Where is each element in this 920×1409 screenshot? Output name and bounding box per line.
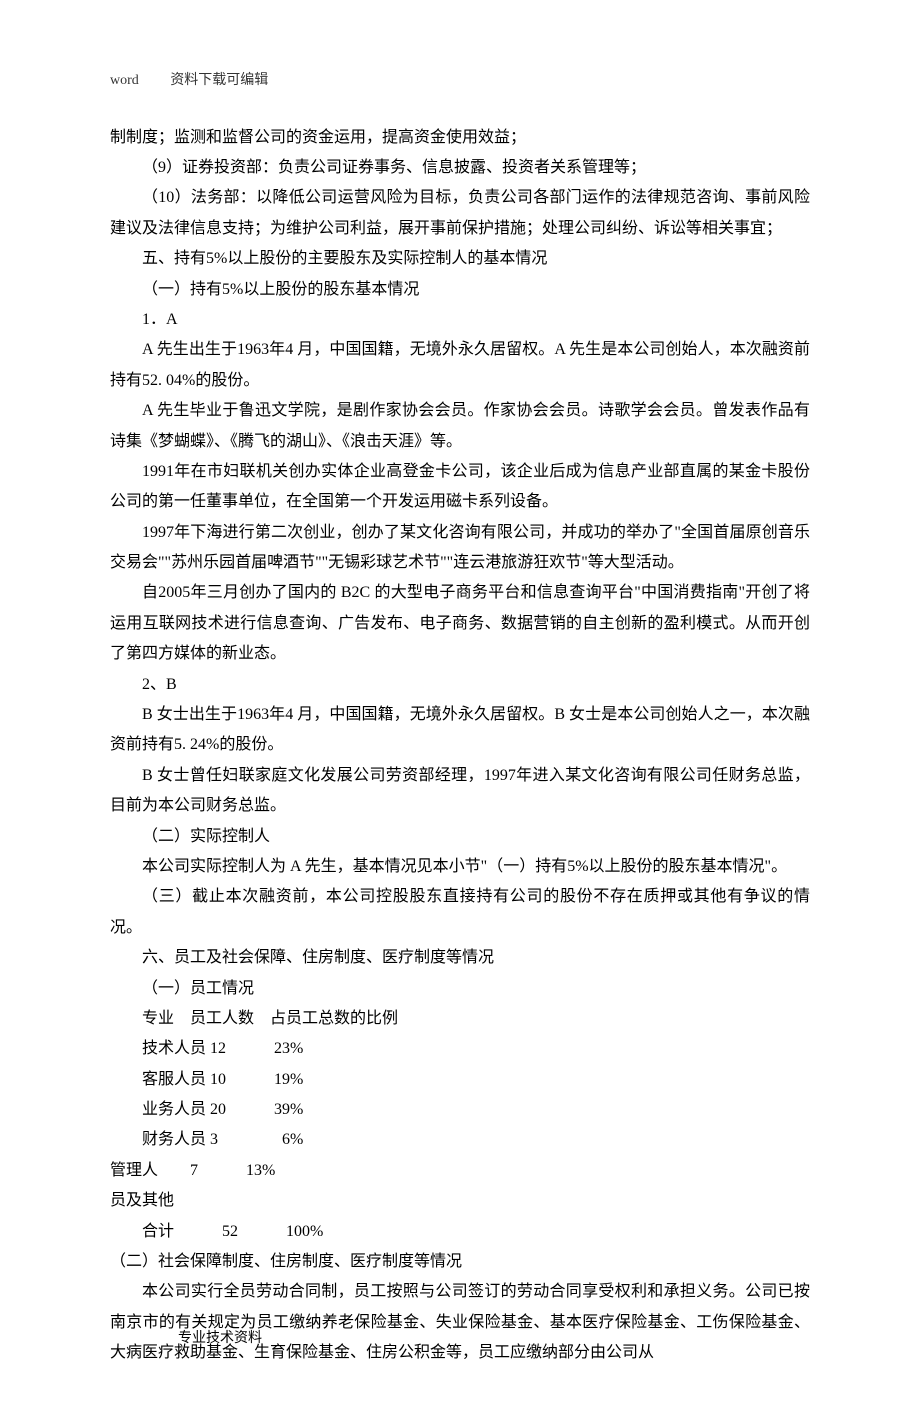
table-row: 员及其他 (110, 1186, 810, 1216)
paragraph: （三）截止本次融资前，本公司控股股东直接持有公司的股份不存在质押或其他有争议的情… (110, 882, 810, 943)
paragraph: 自2005年三月创办了国内的 B2C 的大型电子商务平台和信息查询平台"中国消费… (110, 578, 810, 669)
paragraph: 1997年下海进行第二次创业，创办了某文化咨询有限公司，并成功的举办了"全国首届… (110, 518, 810, 579)
table-row: 管理人 7 13% (110, 1156, 810, 1186)
document-body: 制制度；监测和监督公司的资金运用，提高资金使用效益； （9）证券投资部：负责公司… (110, 123, 810, 1369)
paragraph: （9）证券投资部：负责公司证券事务、信息披露、投资者关系管理等； (110, 153, 810, 183)
table-row: 财务人员 3 6% (110, 1125, 810, 1155)
document-header: word 资料下载可编辑 (110, 68, 810, 95)
subsection-heading: （一）持有5%以上股份的股东基本情况 (110, 275, 810, 305)
paragraph: B 女士曾任妇联家庭文化发展公司劳资部经理，1997年进入某文化咨询有限公司任财… (110, 761, 810, 822)
paragraph: （10）法务部：以降低公司运营风险为目标，负责公司各部门运作的法律规范咨询、事前… (110, 183, 810, 244)
paragraph: A 先生出生于1963年4 月，中国国籍，无境外永久居留权。A 先生是本公司创始… (110, 335, 810, 396)
subsection-heading: （二）实际控制人 (110, 822, 810, 852)
table-row: 技术人员 12 23% (110, 1034, 810, 1064)
paragraph: A 先生毕业于鲁迅文学院，是剧作家协会会员。作家协会会员。诗歌学会会员。曾发表作… (110, 396, 810, 457)
paragraph: 1．A (110, 305, 810, 335)
table-header-row: 专业 员工人数 占员工总数的比例 (110, 1004, 810, 1034)
document-footer: 专业技术资料 (178, 1326, 262, 1353)
paragraph: 1991年在市妇联机关创办实体企业高登金卡公司，该企业后成为信息产业部直属的某金… (110, 457, 810, 518)
paragraph: B 女士出生于1963年4 月，中国国籍，无境外永久居留权。B 女士是本公司创始… (110, 700, 810, 761)
header-right: 资料下载可编辑 (170, 68, 268, 95)
paragraph: 本公司实行全员劳动合同制，员工按照与公司签订的劳动合同享受权利和承担义务。公司已… (110, 1277, 810, 1368)
table-total-row: 合计 52 100% (110, 1217, 810, 1247)
table-row: 客服人员 10 19% (110, 1065, 810, 1095)
section-heading: 五、持有5%以上股份的主要股东及实际控制人的基本情况 (110, 244, 810, 274)
paragraph: 本公司实际控制人为 A 先生，基本情况见本小节"（一）持有5%以上股份的股东基本… (110, 852, 810, 882)
paragraph: 2、B (110, 670, 810, 700)
subsection-heading: （一）员工情况 (110, 974, 810, 1004)
table-row: 业务人员 20 39% (110, 1095, 810, 1125)
section-heading: 六、员工及社会保障、住房制度、医疗制度等情况 (110, 943, 810, 973)
subsection-heading: （二）社会保障制度、住房制度、医疗制度等情况 (110, 1247, 810, 1277)
paragraph: 制制度；监测和监督公司的资金运用，提高资金使用效益； (110, 123, 810, 153)
header-left: word (110, 68, 139, 95)
